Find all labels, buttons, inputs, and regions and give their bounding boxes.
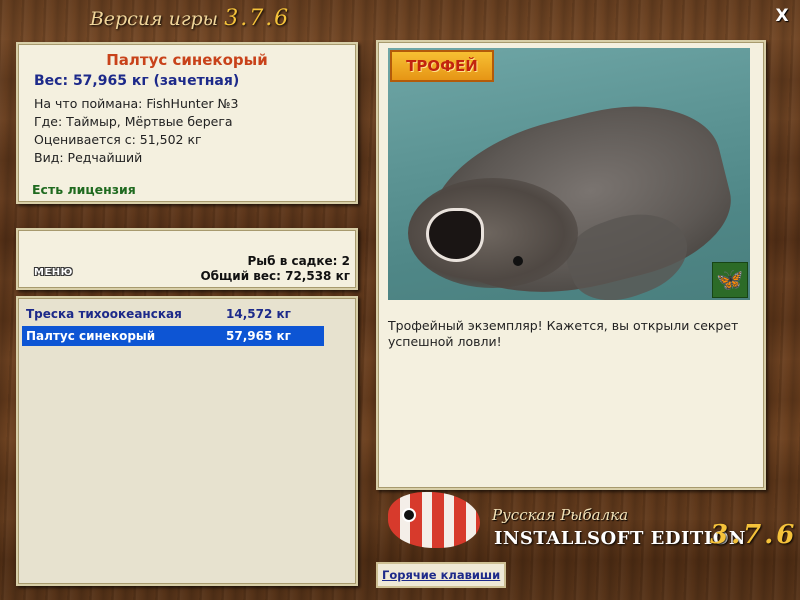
trophy-description: Трофейный экземпляр! Кажется, вы открыли… [388,318,739,349]
catch-item-name: Палтус синекорый [26,329,156,343]
logo-fish-icon [388,492,480,548]
logo-version: 3.7.6 [710,520,798,550]
menu-button[interactable]: МЕНЮ [34,267,73,278]
fish-info-panel: Палтус синекорый Вес: 57,965 кг (зачетна… [16,42,358,204]
fish-mouth-shape [426,208,484,262]
logo-fish-eye [402,508,416,522]
cage-summary-panel: МЕНЮ Рыб в садке: 2 Общий вес: 72,538 кг [16,228,358,290]
close-button[interactable]: X [772,6,792,26]
logo-subtitle: Русская Рыбалка [492,506,629,524]
title-label: Версия игры [89,8,219,30]
fish-valued-from: Оценивается с: 51,502 кг [34,132,202,147]
fish-eye-shape [513,256,523,266]
branding-logo: Русская Рыбалка INSTALLSOFT EDITION 3.7.… [388,492,798,562]
cage-count: Рыб в садке: 2 [247,254,351,268]
logo-edition: INSTALLSOFT EDITION [494,528,746,549]
fish-photo: ТРОФЕЙ 🦋 [388,48,750,300]
catch-item-weight: 14,572 кг [226,307,291,321]
cage-info: Рыб в садке: 2 Общий вес: 72,538 кг [200,254,350,284]
catch-item-weight: 57,965 кг [226,329,291,343]
fish-caught-with: На что поймана: FishHunter №3 [34,96,239,111]
fish-photo-panel: ТРОФЕЙ 🦋 Трофейный экземпляр! Кажется, в… [376,40,766,490]
butterfly-icon[interactable]: 🦋 [712,262,748,298]
cage-total-weight: Общий вес: 72,538 кг [200,269,350,283]
hotkeys-button[interactable]: Горячие клавиши [376,562,507,588]
catch-item-name: Треска тихоокеанская [26,307,182,321]
trophy-badge: ТРОФЕЙ [390,50,494,82]
title-version: 3.7.6 [224,6,291,31]
fish-rarity: Вид: Редчайший [34,150,143,165]
catch-list-item[interactable]: Треска тихоокеанская 14,572 кг [22,304,324,324]
license-status: Есть лицензия [32,182,136,197]
catch-list-item-selected[interactable]: Палтус синекорый 57,965 кг [22,326,324,346]
catch-list-panel: Треска тихоокеанская 14,572 кг Палтус си… [16,296,358,586]
window-title: Версия игры 3.7.6 [0,6,380,31]
fish-name: Палтус синекорый [106,51,268,69]
fish-location: Где: Таймыр, Мёртвые берега [34,114,233,129]
fish-weight: Вес: 57,965 кг (зачетная) [34,73,240,89]
